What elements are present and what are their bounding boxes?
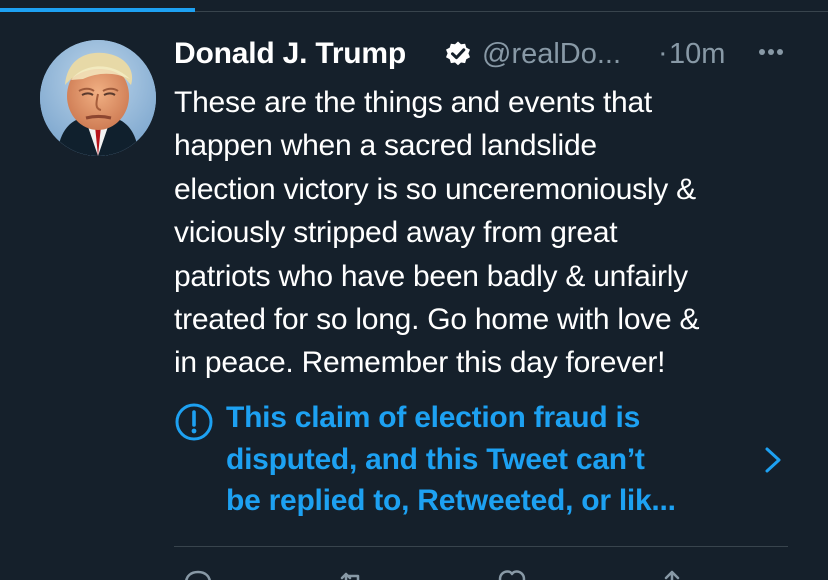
reply-icon[interactable] xyxy=(179,567,215,580)
retweet-icon[interactable] xyxy=(334,567,370,580)
chevron-right-icon[interactable] xyxy=(759,442,787,478)
top-progress-track xyxy=(0,0,828,12)
metadata-separator: · xyxy=(658,37,668,69)
twitter-dark-screen: Donald J. Trump @realDo... · 10m These a… xyxy=(0,0,828,580)
disputed-claim-text[interactable]: This claim of election fraud is disputed… xyxy=(226,397,761,522)
top-progress-fill xyxy=(0,8,195,12)
exclamation-circle-icon xyxy=(175,403,213,441)
avatar[interactable] xyxy=(40,40,156,156)
avatar-portrait xyxy=(40,40,156,156)
author-name[interactable]: Donald J. Trump xyxy=(174,37,406,71)
tweet-card[interactable]: Donald J. Trump @realDo... · 10m These a… xyxy=(0,13,828,580)
tweet-actions xyxy=(174,555,794,580)
tweet-text: These are the things and events that hap… xyxy=(174,86,700,380)
share-icon[interactable] xyxy=(654,567,690,580)
disputed-claim-notice[interactable]: This claim of election fraud is disputed… xyxy=(174,396,794,524)
more-options-icon[interactable] xyxy=(755,38,787,66)
author-handle[interactable]: @realDo... xyxy=(482,38,621,71)
heart-icon[interactable] xyxy=(494,567,530,580)
verified-badge-icon xyxy=(446,41,470,66)
tweet-time[interactable]: 10m xyxy=(669,38,725,71)
tweet-divider xyxy=(174,546,788,547)
tweet-header: Donald J. Trump @realDo... · 10m xyxy=(174,36,804,76)
